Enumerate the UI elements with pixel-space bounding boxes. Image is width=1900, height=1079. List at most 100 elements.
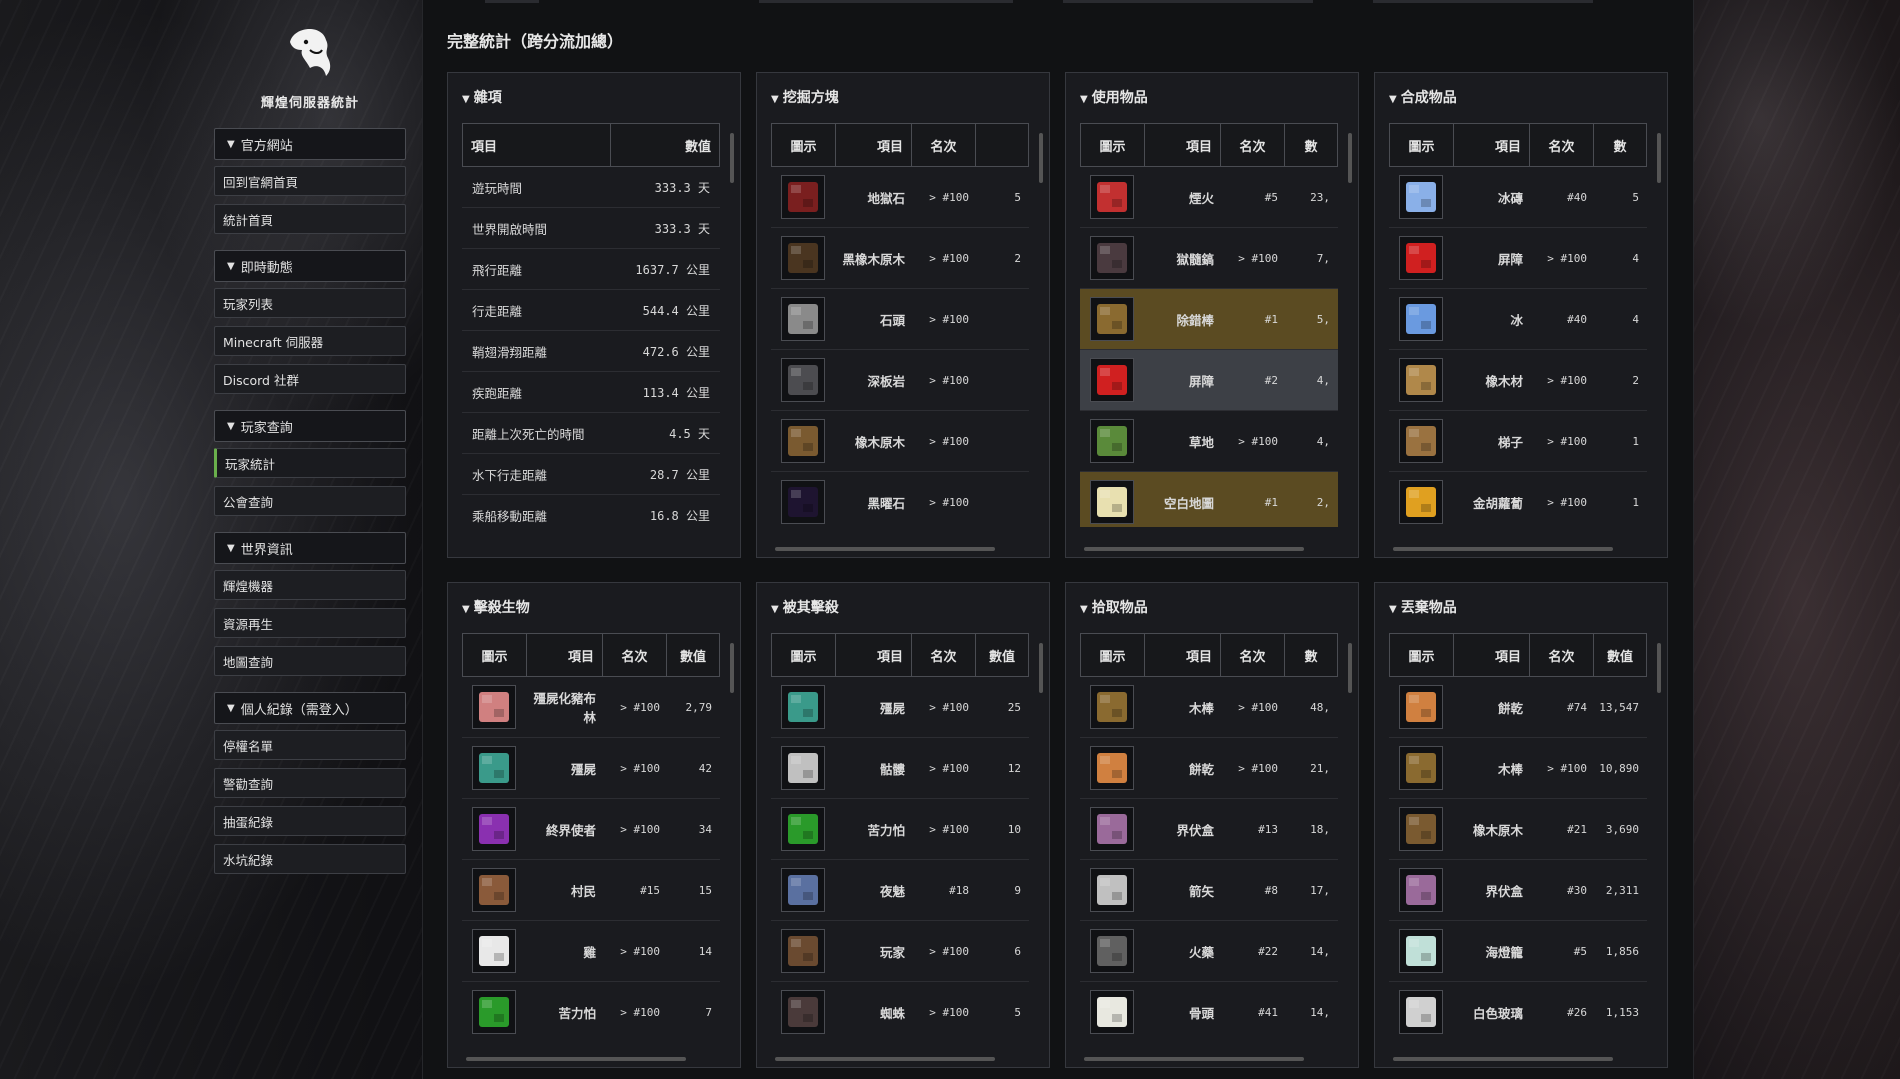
- table-row[interactable]: 白色玻璃 #26 1,153: [1389, 982, 1647, 1037]
- col-header-rank[interactable]: 名次: [1221, 124, 1285, 166]
- nav-item-guild-query[interactable]: 公會查詢: [214, 486, 406, 516]
- col-header-icon[interactable]: 圖示: [1390, 634, 1454, 676]
- col-header-item[interactable]: 項目: [836, 124, 912, 166]
- table-row[interactable]: 屏障 #2 4,: [1080, 350, 1338, 411]
- table-row[interactable]: 界伏盒 #30 2,311: [1389, 860, 1647, 921]
- table-row[interactable]: 金胡蘿蔔 > #100 1: [1389, 472, 1647, 527]
- col-header-rank[interactable]: 名次: [603, 634, 667, 676]
- table-row[interactable]: 橡木原木 > #100: [771, 411, 1029, 472]
- nav-item-stats-home[interactable]: 統計首頁: [214, 204, 406, 234]
- horizontal-scrollbar[interactable]: [1393, 547, 1613, 551]
- table-row[interactable]: 夜魅 #18 9: [771, 860, 1029, 921]
- col-header-rank[interactable]: 名次: [1530, 124, 1594, 166]
- vertical-scrollbar[interactable]: [1348, 643, 1352, 693]
- table-row[interactable]: 黑橡木原木 > #100 2: [771, 228, 1029, 289]
- horizontal-scrollbar[interactable]: [466, 1057, 686, 1061]
- table-row[interactable]: 冰磚 #40 5: [1389, 167, 1647, 228]
- col-header-value[interactable]: 數: [1594, 124, 1646, 166]
- table-row[interactable]: 火藥 #22 14,: [1080, 921, 1338, 982]
- site-logo[interactable]: 輝煌伺服器統計: [214, 20, 406, 111]
- col-header-item[interactable]: 項目: [527, 634, 603, 676]
- vertical-scrollbar[interactable]: [1348, 133, 1352, 183]
- nav-item-resource-regen[interactable]: 資源再生: [214, 608, 406, 638]
- horizontal-scrollbar[interactable]: [1084, 1057, 1304, 1061]
- panel-title[interactable]: ▼ 使用物品: [1080, 87, 1148, 107]
- col-header-icon[interactable]: 圖示: [1390, 124, 1454, 166]
- table-row[interactable]: 冰 #40 4: [1389, 289, 1647, 350]
- nav-item-discord[interactable]: Discord 社群: [214, 364, 406, 394]
- panel-title[interactable]: ▼ 挖掘方塊: [771, 87, 839, 107]
- nav-item-player-stats[interactable]: 玩家統計: [214, 448, 406, 478]
- col-header-icon[interactable]: 圖示: [772, 634, 836, 676]
- vertical-scrollbar[interactable]: [1039, 643, 1043, 693]
- nav-group-player[interactable]: ▼ 玩家查詢: [214, 410, 406, 442]
- table-row[interactable]: 獄髓鎬 > #100 7,: [1080, 228, 1338, 289]
- col-header-icon[interactable]: 圖示: [772, 124, 836, 166]
- table-row[interactable]: 餅乾 > #100 21,: [1080, 738, 1338, 799]
- vertical-scrollbar[interactable]: [1657, 643, 1661, 693]
- nav-item-minecraft-server[interactable]: Minecraft 伺服器: [214, 326, 406, 356]
- panel-title[interactable]: ▼ 被其擊殺: [771, 597, 839, 617]
- col-header-item[interactable]: 項目: [1454, 634, 1530, 676]
- nav-group-official[interactable]: ▼ 官方網站: [214, 128, 406, 160]
- table-row[interactable]: 木棒 > #100 48,: [1080, 677, 1338, 738]
- col-header-rank[interactable]: 名次: [1221, 634, 1285, 676]
- col-header-value[interactable]: 數值: [1594, 634, 1646, 676]
- table-row[interactable]: 殭屍 > #100 25: [771, 677, 1029, 738]
- nav-item-map-query[interactable]: 地圖查詢: [214, 646, 406, 676]
- table-row[interactable]: 殭屍化豬布林 > #100 2,79: [462, 677, 720, 738]
- table-row[interactable]: 橡木原木 #21 3,690: [1389, 799, 1647, 860]
- panel-title[interactable]: ▼ 雜項: [462, 87, 502, 107]
- horizontal-scrollbar[interactable]: [775, 1057, 995, 1061]
- horizontal-scrollbar[interactable]: [1393, 1057, 1613, 1061]
- col-header-value[interactable]: 數: [1285, 634, 1337, 676]
- table-row[interactable]: 終界使者 > #100 34: [462, 799, 720, 860]
- col-header-item[interactable]: 項目: [836, 634, 912, 676]
- table-row[interactable]: 界伏盒 #13 18,: [1080, 799, 1338, 860]
- table-row[interactable]: 骷髏 > #100 12: [771, 738, 1029, 799]
- table-row[interactable]: 橡木材 > #100 2: [1389, 350, 1647, 411]
- table-row[interactable]: 空白地圖 #1 2,: [1080, 472, 1338, 527]
- col-header[interactable]: 項目: [463, 124, 611, 166]
- nav-item-player-list[interactable]: 玩家列表: [214, 288, 406, 318]
- col-header-item[interactable]: 項目: [1145, 124, 1221, 166]
- nav-item-machines[interactable]: 輝煌機器: [214, 570, 406, 600]
- table-row[interactable]: 除錯棒 #1 5,: [1080, 289, 1338, 350]
- col-header-item[interactable]: 項目: [1454, 124, 1530, 166]
- nav-item-home[interactable]: 回到官網首頁: [214, 166, 406, 196]
- col-header-icon[interactable]: 圖示: [1081, 124, 1145, 166]
- table-row[interactable]: 地獄石 > #100 5: [771, 167, 1029, 228]
- table-row[interactable]: 石頭 > #100: [771, 289, 1029, 350]
- table-row[interactable]: 木棒 > #100 10,890: [1389, 738, 1647, 799]
- table-row[interactable]: 蜘蛛 > #100 5: [771, 982, 1029, 1037]
- vertical-scrollbar[interactable]: [730, 643, 734, 693]
- table-row[interactable]: 深板岩 > #100: [771, 350, 1029, 411]
- nav-item-water-log[interactable]: 水坑紀錄: [214, 844, 406, 874]
- col-header-rank[interactable]: 名次: [1530, 634, 1594, 676]
- table-row[interactable]: 餅乾 #74 13,547: [1389, 677, 1647, 738]
- col-header-value[interactable]: [976, 124, 1028, 166]
- col-header-rank[interactable]: 名次: [912, 124, 976, 166]
- col-header-icon[interactable]: 圖示: [463, 634, 527, 676]
- col-header-rank[interactable]: 名次: [912, 634, 976, 676]
- col-header-value[interactable]: 數值: [976, 634, 1028, 676]
- panel-title[interactable]: ▼ 拾取物品: [1080, 597, 1148, 617]
- nav-group-personal[interactable]: ▼ 個人紀錄（需登入）: [214, 692, 406, 724]
- table-row[interactable]: 黑曜石 > #100: [771, 472, 1029, 527]
- col-header-value[interactable]: 數值: [667, 634, 719, 676]
- panel-title[interactable]: ▼ 合成物品: [1389, 87, 1457, 107]
- table-row[interactable]: 骨頭 #41 14,: [1080, 982, 1338, 1037]
- table-row[interactable]: 苦力怕 > #100 7: [462, 982, 720, 1037]
- nav-group-live[interactable]: ▼ 即時動態: [214, 250, 406, 282]
- col-header-icon[interactable]: 圖示: [1081, 634, 1145, 676]
- col-header-item[interactable]: 項目: [1145, 634, 1221, 676]
- nav-item-gacha-log[interactable]: 抽蛋紀錄: [214, 806, 406, 836]
- vertical-scrollbar[interactable]: [1657, 133, 1661, 183]
- horizontal-scrollbar[interactable]: [775, 547, 995, 551]
- table-row[interactable]: 草地 > #100 4,: [1080, 411, 1338, 472]
- panel-title[interactable]: ▼ 丟棄物品: [1389, 597, 1457, 617]
- col-header[interactable]: 數值: [611, 124, 719, 166]
- nav-item-warning-query[interactable]: 警勸查詢: [214, 768, 406, 798]
- table-row[interactable]: 梯子 > #100 1: [1389, 411, 1647, 472]
- col-header-value[interactable]: 數: [1285, 124, 1337, 166]
